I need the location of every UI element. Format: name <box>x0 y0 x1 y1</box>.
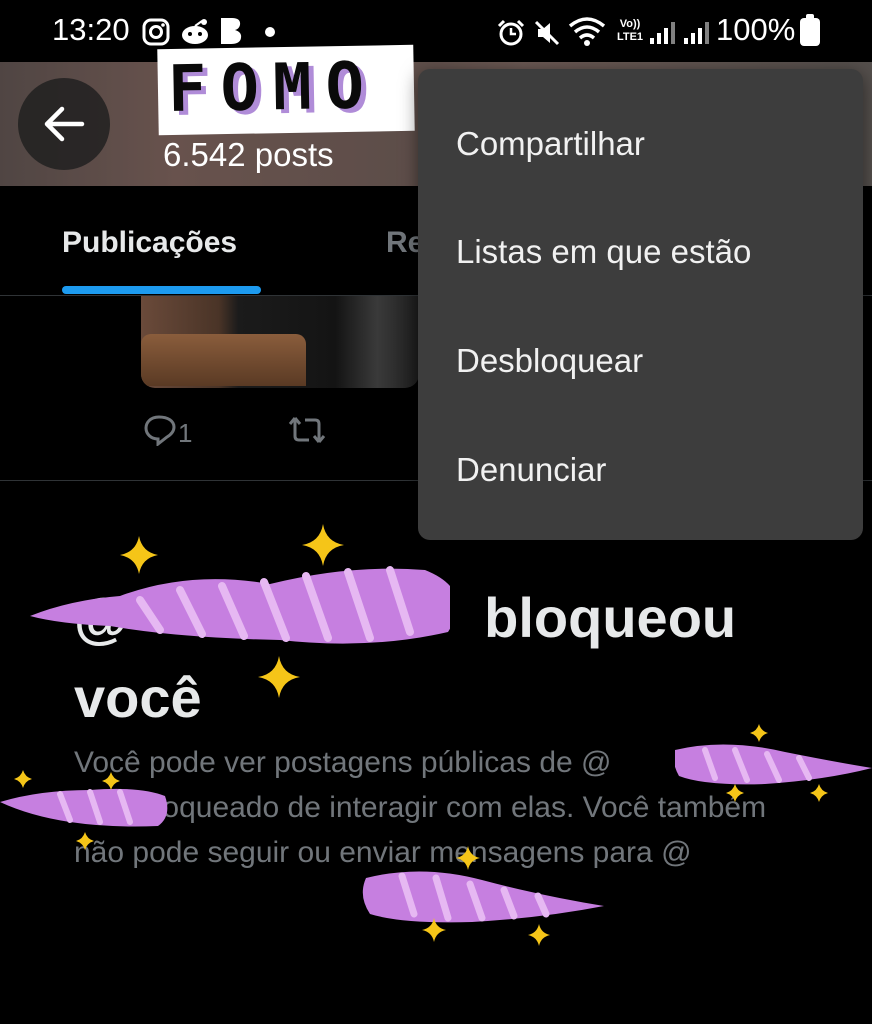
blocked-title-line2: você <box>74 666 202 729</box>
reply-icon[interactable] <box>143 414 177 446</box>
menu-item-label: Listas em que estão <box>456 233 752 270</box>
posts-count: 6.542 posts <box>163 136 334 173</box>
redaction-sticker <box>362 871 604 923</box>
sparkle-star-icon <box>726 784 744 802</box>
menu-item-label: Compartilhar <box>456 125 645 162</box>
sparkle-star-icon <box>76 832 94 850</box>
back-button[interactable] <box>18 78 110 170</box>
overflow-menu: Compartilhar Listas em que estão Desbloq… <box>418 69 863 540</box>
status-time: 13:20 <box>52 12 130 47</box>
active-tab-indicator <box>62 286 261 294</box>
signal-icon <box>650 20 675 44</box>
fomo-sticker-text: FOMO <box>167 49 379 128</box>
battery-percent: 100% <box>716 12 796 47</box>
sparkle-star-icon <box>14 770 32 788</box>
volte-bottom-text: LTE1 <box>616 31 644 43</box>
fomo-sticker: FOMO <box>157 44 415 136</box>
redaction-sticker <box>675 744 872 785</box>
battery-icon <box>800 14 820 46</box>
redaction-sticker <box>30 566 450 644</box>
instagram-icon <box>142 18 170 46</box>
redaction-sticker <box>0 788 168 827</box>
reddit-icon <box>182 19 208 44</box>
menu-item-label: Desbloquear <box>456 342 644 379</box>
alarm-icon <box>497 19 525 46</box>
dot-icon <box>265 27 275 37</box>
sparkle-star-icon <box>302 524 344 566</box>
b-app-icon <box>221 18 242 44</box>
volte-top-text: Vo)) <box>619 18 641 30</box>
menu-item-compartilhar[interactable]: Compartilhar <box>418 90 863 198</box>
sparkle-star-icon <box>258 656 300 698</box>
signal-icon <box>684 20 709 44</box>
tab-publicacoes[interactable]: Publicações <box>62 226 237 260</box>
reply-count: 1 <box>178 418 193 448</box>
menu-item-label: Denunciar <box>456 451 607 488</box>
wifi-icon <box>568 17 606 46</box>
mute-icon <box>534 20 560 46</box>
sparkle-star-icon <box>422 918 446 942</box>
retweet-icon[interactable] <box>287 414 327 446</box>
menu-item-desbloquear[interactable]: Desbloquear <box>418 307 863 415</box>
sparkle-star-icon <box>810 784 828 802</box>
sparkle-star-icon <box>528 924 550 946</box>
menu-item-denunciar[interactable]: Denunciar <box>418 416 863 524</box>
blocked-title-suffix: bloqueou <box>468 586 737 649</box>
volte-icon: Vo)) LTE1 <box>612 18 648 46</box>
sparkle-star-icon <box>750 724 768 742</box>
sparkle-star-icon <box>456 846 480 870</box>
blocked-desc-part1: Você pode ver postagens públicas de @ <box>74 746 612 779</box>
menu-item-listas[interactable]: Listas em que estão <box>418 198 863 306</box>
post-media-image[interactable] <box>141 296 419 388</box>
arrow-left-icon <box>44 106 85 142</box>
sparkle-star-icon <box>102 772 120 790</box>
sparkle-star-icon <box>120 536 158 574</box>
